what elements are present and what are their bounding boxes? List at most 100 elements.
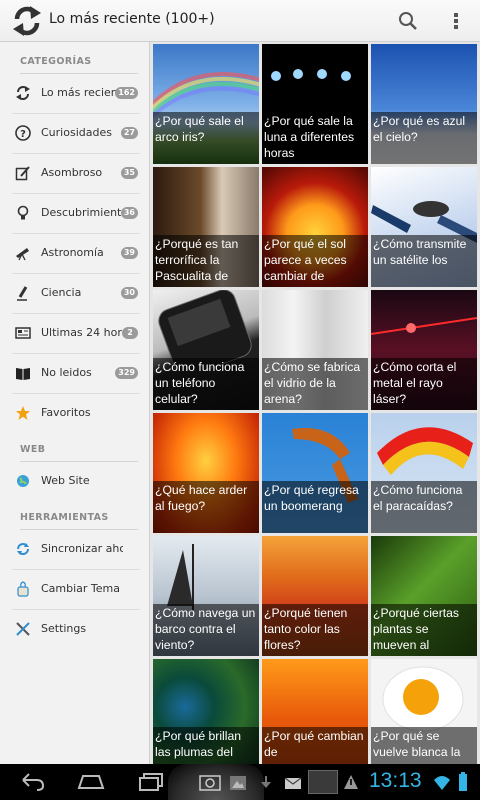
tile-caption: ¿Qué hace arder al fuego?	[153, 481, 259, 533]
tile-caption: ¿Cómo funciona un teléfono celular?	[153, 358, 259, 410]
article-tile[interactable]: ¿Por qué brillan las plumas del	[153, 659, 259, 764]
home-icon[interactable]	[76, 770, 106, 794]
article-tile[interactable]: ¿Cómo funciona un teléfono celular?	[153, 290, 259, 410]
article-tile[interactable]: ¿Porqué es tan terrorífica la Pascualita…	[153, 167, 259, 287]
sidebar-item-label: Sincronizar ahora	[41, 542, 123, 555]
sidebar-item-unread[interactable]: No leidos 329	[12, 354, 140, 394]
article-tile[interactable]: ¿Por qué cambian de	[262, 659, 368, 764]
article-tile[interactable]: ¿Qué hace arder al fuego?	[153, 413, 259, 533]
mail-icon	[284, 777, 302, 789]
globe-icon	[17, 475, 29, 487]
page-title: Lo más reciente (100+)	[49, 11, 215, 27]
tile-caption: ¿Por qué sale la luna a diferentes horas	[262, 112, 368, 164]
section-header-web: WEB	[20, 438, 138, 462]
article-tile[interactable]: ¿Cómo funciona el paracaídas?	[371, 413, 477, 533]
article-tile[interactable]: ¿Cómo transmite un satélite los	[371, 167, 477, 287]
test-tube-icon	[17, 286, 28, 301]
section-header-tools: HERRAMIENTAS	[20, 506, 138, 530]
sidebar-item-last-24h[interactable]: Ultimas 24 horas 2	[12, 314, 140, 354]
tile-caption: ¿Porqué tienen tanto color las flores?	[262, 604, 368, 656]
tile-caption: ¿Por qué cambian de	[262, 727, 368, 764]
overflow-menu-icon[interactable]	[448, 9, 464, 33]
settings-icon	[16, 622, 30, 636]
battery-icon	[459, 772, 467, 791]
question-icon: ?	[15, 125, 31, 141]
sidebar-item-settings[interactable]: Settings	[12, 610, 140, 650]
gallery-icon[interactable]	[228, 770, 248, 794]
article-tile[interactable]: ¿Por qué sale el arco iris?	[153, 44, 259, 164]
article-tile[interactable]: ¿Cómo se fabrica el vidrio de la arena?	[262, 290, 368, 410]
sidebar-item-latest[interactable]: Lo más reciente 162	[12, 74, 140, 114]
article-tile[interactable]: ¿Porqué ciertas plantas se mueven al	[371, 536, 477, 656]
article-tile[interactable]: ¿Cómo navega un barco contra el viento?	[153, 536, 259, 656]
tile-caption: ¿Por qué brillan las plumas del	[153, 727, 259, 764]
count-badge: 27	[120, 127, 138, 139]
book-icon	[16, 368, 30, 380]
article-tile[interactable]: ¿Por qué el sol parece a veces cambiar d…	[262, 167, 368, 287]
telescope-icon	[16, 248, 29, 261]
section-header-categories: CATEGORÍAS	[20, 50, 138, 74]
sidebar-item-change-theme[interactable]: Cambiar Tema	[12, 570, 140, 610]
search-icon[interactable]	[396, 9, 420, 33]
article-grid: ¿Por qué sale el arco iris? ¿Por qué sal…	[152, 43, 480, 764]
sidebar-item-label: Curiosidades	[41, 126, 112, 139]
sidebar-item-discoveries[interactable]: Descubrimientos 36	[12, 194, 140, 234]
wifi-icon	[434, 776, 450, 790]
warning-icon	[344, 775, 358, 789]
camera-icon[interactable]	[198, 770, 222, 794]
newspaper-icon	[15, 327, 31, 339]
count-badge: 35	[120, 167, 138, 179]
article-tile[interactable]: ¿Por qué regresa un boomerang	[262, 413, 368, 533]
article-tile[interactable]: ¿Por qué sale la luna a diferentes horas	[262, 44, 368, 164]
tile-caption: ¿Porqué ciertas plantas se mueven al	[371, 604, 477, 656]
sidebar-item-label: Ciencia	[41, 286, 82, 299]
app-refresh-icon[interactable]	[11, 4, 43, 38]
sidebar-item-curiosities[interactable]: ? Curiosidades 27	[12, 114, 140, 154]
tile-caption: ¿Por qué sale el arco iris?	[153, 112, 259, 164]
paint-icon	[17, 581, 29, 597]
tile-caption: ¿Por qué el sol parece a veces cambiar d…	[262, 235, 368, 287]
sidebar-item-label: Lo más reciente	[41, 86, 123, 99]
tile-caption: ¿Cómo funciona el paracaídas?	[371, 481, 477, 533]
notification-thumbnail	[308, 770, 338, 794]
sidebar-item-label: No leidos	[41, 366, 92, 379]
clock: 13:13	[369, 769, 422, 792]
sidebar-item-amazing[interactable]: Asombroso 35	[12, 154, 140, 194]
sidebar-item-favorites[interactable]: Favoritos	[12, 394, 140, 434]
sidebar-item-label: Astronomía	[41, 246, 104, 259]
sidebar-item-label: Cambiar Tema	[41, 582, 121, 595]
tile-caption: ¿Porqué es tan terrorífica la Pascualita…	[153, 235, 259, 287]
system-navigation-bar: 13:13	[0, 764, 480, 800]
article-tile[interactable]: ¿Por qué es azul el cielo?	[371, 44, 477, 164]
count-badge: 39	[120, 247, 138, 259]
article-tile[interactable]: ¿Porqué tienen tanto color las flores?	[262, 536, 368, 656]
sync-icon	[17, 543, 29, 555]
svg-text:?: ?	[20, 129, 26, 140]
article-tile[interactable]: ¿Por qué se vuelve blanca la	[371, 659, 477, 764]
sidebar-item-label: Settings	[41, 622, 87, 635]
count-badge: 36	[120, 207, 138, 219]
action-bar: Lo más reciente (100+)	[0, 0, 480, 42]
sidebar-item-label: Descubrimientos	[41, 206, 127, 219]
tile-caption: ¿Por qué es azul el cielo?	[371, 112, 477, 164]
tile-caption: ¿Cómo corta el metal el rayo láser?	[371, 358, 477, 410]
sidebar-item-astronomy[interactable]: Astronomía 39	[12, 234, 140, 274]
sidebar-item-label: Ultimas 24 horas	[41, 326, 123, 339]
tile-caption: ¿Cómo transmite un satélite los	[371, 235, 477, 287]
count-badge: 2	[122, 327, 138, 339]
tile-caption: ¿Por qué se vuelve blanca la	[371, 727, 477, 764]
count-badge: 329	[115, 367, 138, 379]
sidebar-item-website[interactable]: Web Site	[12, 462, 140, 502]
article-tile[interactable]: ¿Cómo corta el metal el rayo láser?	[371, 290, 477, 410]
sidebar-item-label: Web Site	[41, 474, 90, 487]
sidebar-item-sync[interactable]: Sincronizar ahora	[12, 530, 140, 570]
sidebar: CATEGORÍAS Lo más reciente 162 ? Curiosi…	[0, 42, 150, 764]
sidebar-item-label: Asombroso	[41, 166, 103, 179]
recent-apps-icon[interactable]	[136, 770, 164, 794]
back-icon[interactable]	[17, 770, 45, 794]
sidebar-item-label: Favoritos	[41, 406, 91, 419]
lightbulb-icon	[17, 205, 29, 220]
sidebar-item-science[interactable]: Ciencia 30	[12, 274, 140, 314]
tile-caption: ¿Cómo navega un barco contra el viento?	[153, 604, 259, 656]
download-icon	[261, 776, 271, 788]
